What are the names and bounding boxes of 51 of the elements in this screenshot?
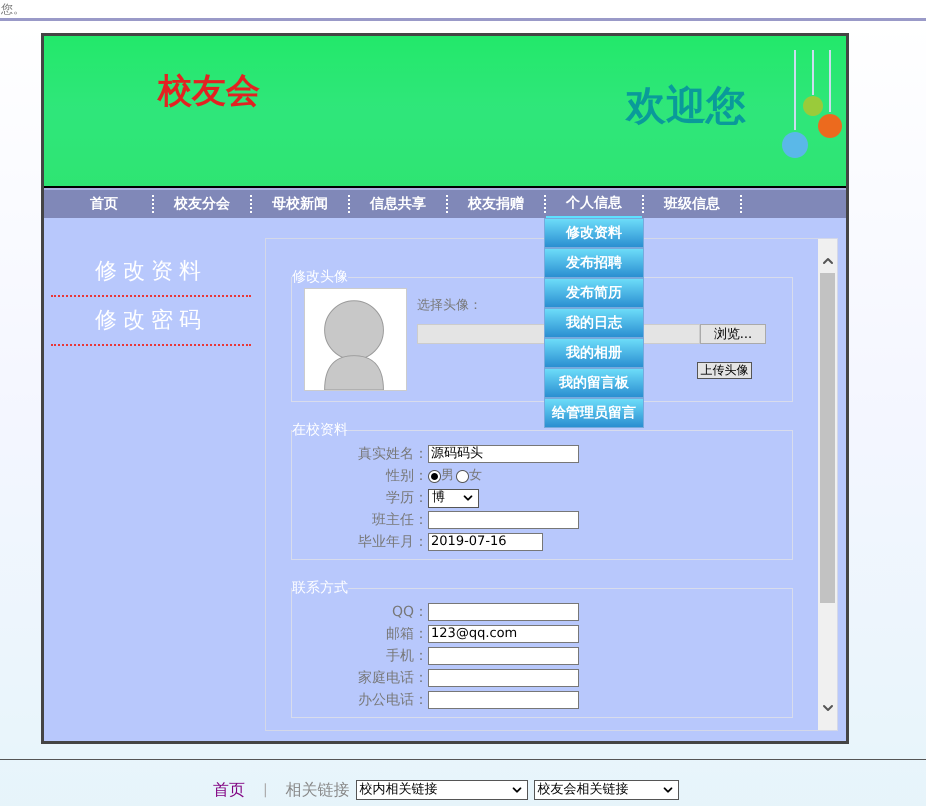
input-field[interactable] xyxy=(428,647,579,665)
radio-label: 男 xyxy=(441,467,454,486)
field-label: 毕业年月： xyxy=(357,532,428,552)
scrollbar-thumb[interactable] xyxy=(820,273,835,603)
dropdown-menu-item[interactable]: 发布招聘 xyxy=(544,248,644,278)
input-field[interactable]: 123@qq.com xyxy=(428,625,579,643)
upload-button[interactable]: 上传头像 xyxy=(697,362,752,378)
field-label: 手机： xyxy=(385,646,428,666)
radio-label: 女 xyxy=(469,467,482,486)
input-field[interactable] xyxy=(428,603,579,621)
dropdown-menu-item[interactable]: 我的相册 xyxy=(544,338,644,368)
dropdown-menu-item[interactable]: 给管理员留言 xyxy=(544,398,644,428)
browse-button[interactable]: 浏览... xyxy=(700,324,766,344)
links-label: 相关链接 xyxy=(286,779,350,801)
field-label: 真实姓名： xyxy=(357,444,428,464)
dropdown-menu-item[interactable]: 修改资料 xyxy=(544,218,644,248)
field-label: QQ： xyxy=(390,602,428,622)
nav-tab[interactable]: 信息共享 xyxy=(350,190,446,218)
radio-button[interactable] xyxy=(456,470,469,482)
nav-tab[interactable]: 首页 xyxy=(56,190,152,218)
radio-button[interactable] xyxy=(428,470,441,482)
select-field[interactable]: 校内相关链接 xyxy=(356,780,528,800)
input-field[interactable]: 2019-07-16 xyxy=(428,533,543,551)
dropdown-menu-item[interactable]: 发布简历 xyxy=(544,278,644,308)
separator: | xyxy=(263,780,268,800)
input-field[interactable] xyxy=(428,511,579,529)
nav-tab[interactable]: 母校新闻 xyxy=(252,190,348,218)
field-label: 办公电话： xyxy=(357,690,428,710)
input-field[interactable] xyxy=(428,669,579,687)
banner-welcome: 欢迎您 xyxy=(626,82,746,131)
field-label: 邮箱： xyxy=(385,624,428,644)
input-field[interactable]: 源码码头 xyxy=(428,445,579,463)
field-label: 学历： xyxy=(385,488,428,508)
nav-tab[interactable]: 班级信息 xyxy=(644,190,740,218)
choose-avatar-label: 选择头像： xyxy=(417,297,483,315)
section-legend: 在校资料 xyxy=(292,420,348,441)
nav-tab[interactable]: 校友分会 xyxy=(154,190,250,218)
field-label: 家庭电话： xyxy=(357,668,428,688)
home-link[interactable]: 首页 xyxy=(213,778,245,802)
nav-tab[interactable]: 校友捐赠 xyxy=(448,190,544,218)
section-legend: 修改头像 xyxy=(292,267,348,288)
input-field[interactable] xyxy=(428,691,579,709)
dropdown-menu-item[interactable]: 我的日志 xyxy=(544,308,644,338)
section-legend: 联系方式 xyxy=(292,578,348,599)
banner-title: 校友会 xyxy=(158,70,260,112)
field-label: 性别： xyxy=(384,466,428,486)
dropdown-menu-item[interactable]: 我的留言板 xyxy=(544,368,644,398)
welcome-text: 您。 xyxy=(0,1,25,18)
select-field[interactable]: 校友会相关链接 xyxy=(534,780,679,800)
select-field[interactable]: 博 xyxy=(428,488,479,508)
field-label: 班主任： xyxy=(371,510,428,530)
